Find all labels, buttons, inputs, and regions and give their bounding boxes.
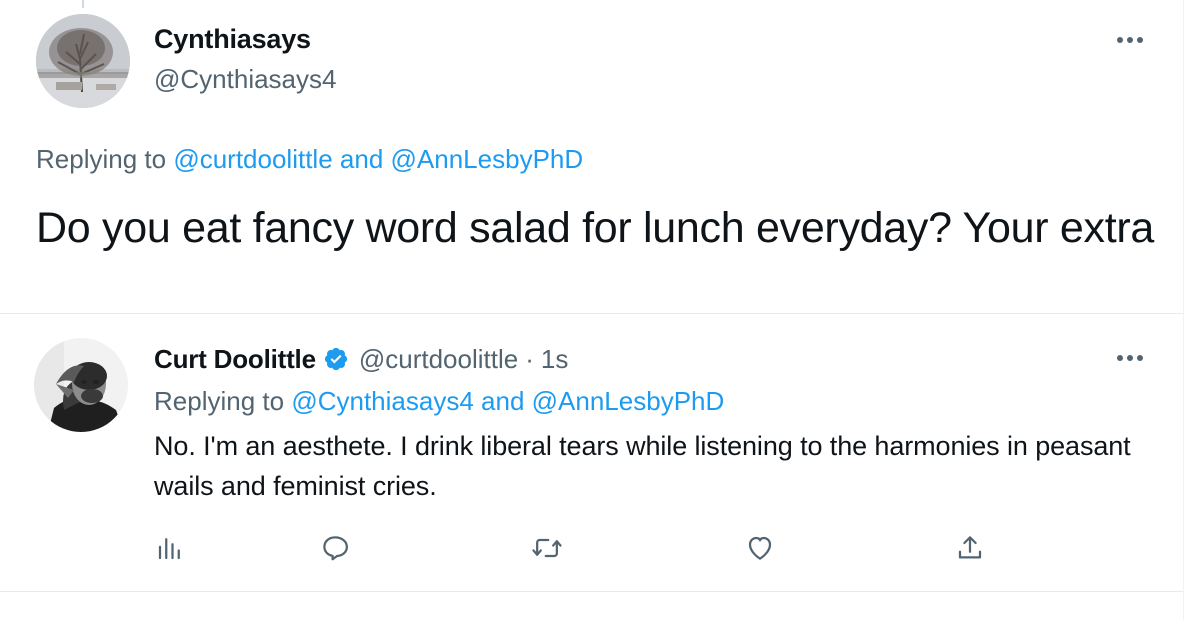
ellipsis-icon: [1117, 355, 1143, 361]
replying-to-label: Replying to: [154, 386, 285, 416]
timestamp[interactable]: 1s: [541, 344, 568, 375]
views-button[interactable]: [150, 528, 190, 568]
tweet-thread: Cynthiasays @Cynthiasays4 Replying to @c…: [0, 0, 1184, 620]
mention-and-text: and: [481, 386, 525, 416]
retweet-icon: [532, 538, 562, 558]
mention-and-text: and: [339, 144, 384, 174]
share-icon: [958, 536, 982, 559]
avatar[interactable]: [36, 14, 130, 108]
tweet-text: Do you eat fancy word salad for lunch ev…: [36, 204, 1154, 252]
mention-link[interactable]: @AnnLesbyPhD: [391, 144, 584, 174]
more-options-button[interactable]: [1110, 30, 1150, 50]
share-button[interactable]: [950, 528, 990, 568]
action-bar: [0, 528, 1183, 568]
meta-separator: ·: [525, 343, 534, 374]
author-handle[interactable]: @Cynthiasays4: [154, 64, 336, 95]
mention-link[interactable]: @curtdoolittle: [173, 144, 332, 174]
author-display-name[interactable]: Cynthiasays: [154, 24, 311, 55]
mention-link[interactable]: @AnnLesbyPhD: [532, 386, 725, 416]
avatar-tree-photo: [36, 14, 130, 108]
author-display-name[interactable]: Curt Doolittle: [154, 344, 316, 375]
tweet-text: No. I'm an aesthete. I drink liberal tea…: [154, 431, 1131, 501]
ellipsis-icon: [1117, 37, 1143, 43]
replying-to-line: Replying to @Cynthiasays4 and @AnnLesbyP…: [154, 386, 724, 417]
divider: [0, 313, 1183, 314]
avatar-portrait-photo: [34, 338, 128, 432]
retweet-button[interactable]: [527, 528, 567, 568]
heart-icon: [748, 536, 772, 560]
mention-link[interactable]: @Cynthiasays4: [291, 386, 473, 416]
reply-button[interactable]: [315, 528, 355, 568]
like-button[interactable]: [740, 528, 780, 568]
reply-header: Curt Doolittle @curtdoolittle · 1s: [154, 342, 568, 376]
divider: [0, 591, 1183, 592]
verified-badge-icon: [323, 346, 349, 372]
avatar[interactable]: [34, 338, 128, 432]
more-options-button[interactable]: [1110, 348, 1150, 368]
speech-bubble-icon: [323, 536, 348, 561]
main-tweet[interactable]: Cynthiasays @Cynthiasays4 Replying to @c…: [0, 0, 1183, 313]
replying-to-line: Replying to @curtdoolittle and @AnnLesby…: [36, 144, 583, 175]
replying-to-label: Replying to: [36, 144, 167, 174]
bar-chart-icon: [158, 538, 180, 560]
author-handle[interactable]: @curtdoolittle: [359, 344, 518, 375]
